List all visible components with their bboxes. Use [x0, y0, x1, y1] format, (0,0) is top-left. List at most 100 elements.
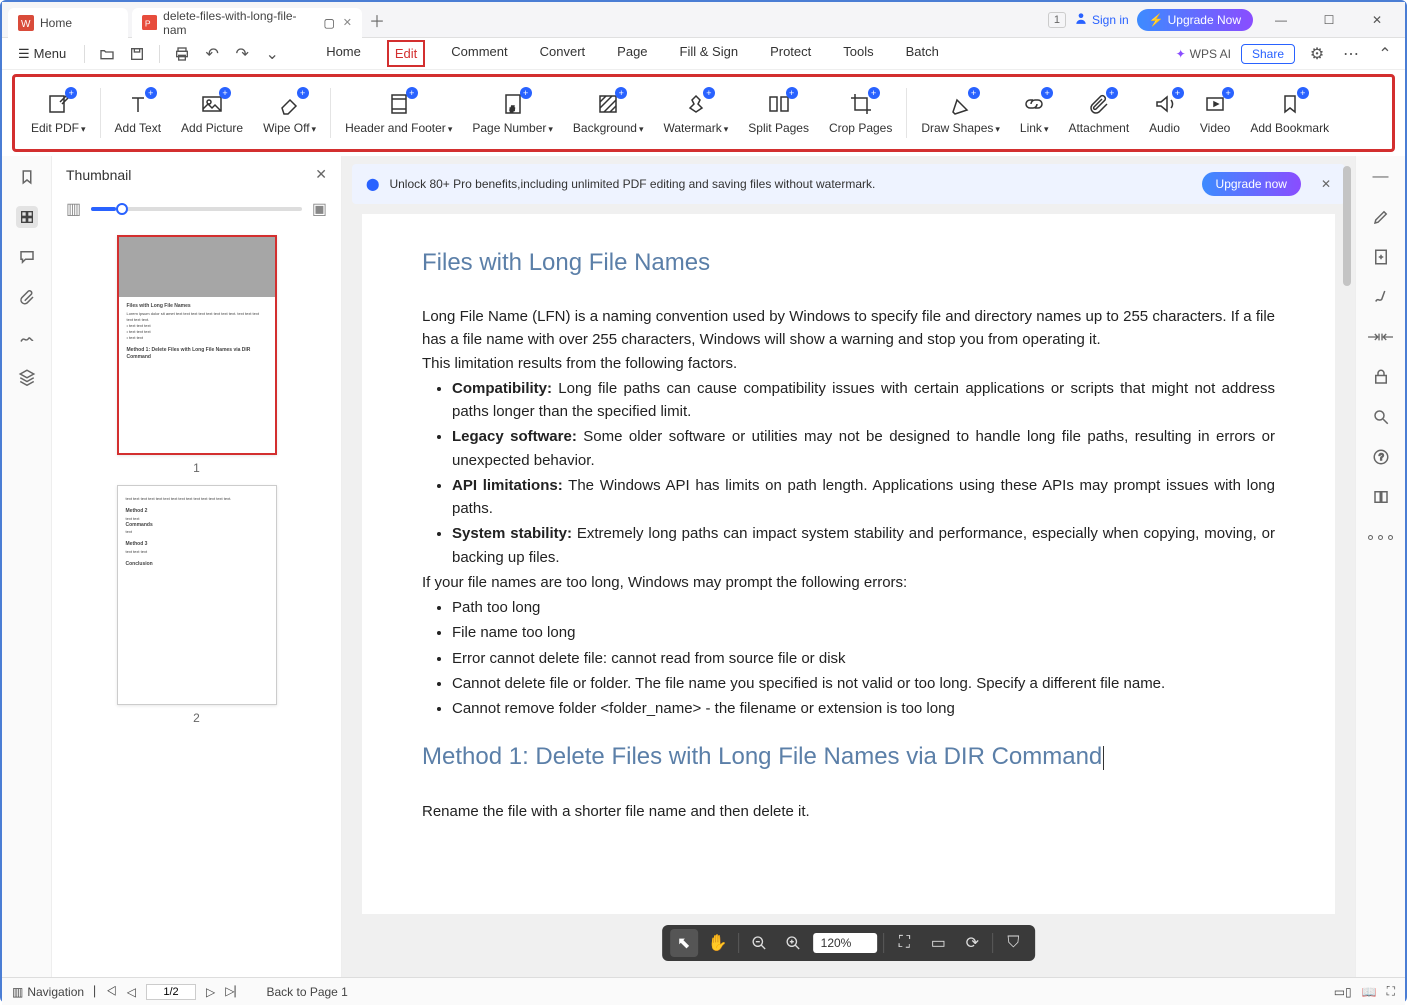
- fit-width-icon[interactable]: ▭: [924, 929, 952, 957]
- tab-edit[interactable]: Edit: [387, 40, 425, 67]
- layers-rail-icon[interactable]: [16, 366, 38, 388]
- add-bookmark-button[interactable]: +Add Bookmark: [1240, 79, 1339, 147]
- attachment-button[interactable]: +Attachment: [1058, 79, 1139, 147]
- wps-ai-button[interactable]: ✦WPS AI: [1176, 47, 1231, 61]
- back-to-page[interactable]: Back to Page 1: [266, 985, 347, 999]
- upgrade-now-button[interactable]: ⚡ Upgrade Now: [1137, 9, 1253, 31]
- signin-button[interactable]: Sign in: [1074, 11, 1129, 28]
- sign-rail-icon[interactable]: [1370, 286, 1392, 308]
- wipe-off-button[interactable]: +Wipe Off▾: [253, 79, 326, 147]
- link-icon: +: [1021, 91, 1047, 117]
- tab-protect[interactable]: Protect: [764, 40, 817, 67]
- fit-page-icon[interactable]: ⛶: [890, 929, 918, 957]
- prev-page-icon[interactable]: ◁: [127, 985, 136, 999]
- menu-button[interactable]: ☰ Menu: [10, 44, 74, 64]
- thumb-small-icon[interactable]: ▥: [66, 199, 81, 219]
- split-pages-button[interactable]: +Split Pages: [738, 79, 819, 147]
- tab-batch[interactable]: Batch: [900, 40, 945, 67]
- tab-home[interactable]: W Home: [8, 8, 128, 38]
- edit-pdf-button[interactable]: +Edit PDF▾: [21, 79, 96, 147]
- convert-rail-icon[interactable]: [1370, 246, 1392, 268]
- zoom-out-icon[interactable]: [745, 929, 773, 957]
- list-item: Compatibility: Long file paths can cause…: [452, 377, 1275, 424]
- crop-pages-button[interactable]: +Crop Pages: [819, 79, 902, 147]
- comment-rail-icon[interactable]: [16, 246, 38, 268]
- edit-rail-icon[interactable]: [1370, 206, 1392, 228]
- add-text-button[interactable]: +Add Text: [105, 79, 171, 147]
- minimize-button[interactable]: ―: [1261, 6, 1301, 34]
- video-button[interactable]: +Video: [1190, 79, 1240, 147]
- thumbnail-rail-icon[interactable]: [16, 206, 38, 228]
- tab-tools[interactable]: Tools: [837, 40, 879, 67]
- reader-rail-icon[interactable]: [1370, 486, 1392, 508]
- hand-tool-icon[interactable]: ✋: [704, 929, 732, 957]
- rotate-icon[interactable]: ⟳: [958, 929, 986, 957]
- svg-text:W: W: [21, 19, 31, 30]
- thumb-large-icon[interactable]: ▣: [312, 199, 327, 219]
- zoom-in-icon[interactable]: [779, 929, 807, 957]
- vertical-scrollbar[interactable]: [1343, 156, 1353, 977]
- audio-icon: +: [1152, 91, 1178, 117]
- attachment-rail-icon[interactable]: [16, 286, 38, 308]
- more-icon[interactable]: ⋯: [1339, 42, 1363, 66]
- fullscreen-icon[interactable]: ⛶: [1387, 984, 1395, 999]
- tab-convert[interactable]: Convert: [534, 40, 592, 67]
- maximize-button[interactable]: ☐: [1309, 6, 1349, 34]
- page-number-input[interactable]: [146, 984, 196, 1000]
- bookmark-rail-icon[interactable]: [16, 166, 38, 188]
- undo-icon[interactable]: ↶: [200, 42, 224, 66]
- page-number-button[interactable]: #+Page Number▾: [462, 79, 563, 147]
- thumbnail-size-slider[interactable]: [91, 207, 302, 211]
- window-count-badge[interactable]: 1: [1048, 12, 1066, 28]
- tab-close-icon[interactable]: ✕: [343, 16, 352, 29]
- promo-upgrade-button[interactable]: Upgrade now: [1202, 172, 1301, 196]
- close-window-button[interactable]: ✕: [1357, 6, 1397, 34]
- add-picture-button[interactable]: +Add Picture: [171, 79, 253, 147]
- monitor-icon: ▢: [322, 15, 337, 31]
- background-button[interactable]: +Background▾: [563, 79, 654, 147]
- redo-icon[interactable]: ↷: [230, 42, 254, 66]
- signature-rail-icon[interactable]: [16, 326, 38, 348]
- pointer-tool-icon[interactable]: ⬉: [670, 929, 698, 957]
- link-button[interactable]: +Link▾: [1010, 79, 1059, 147]
- search-rail-icon[interactable]: [1370, 406, 1392, 428]
- share-button[interactable]: Share: [1241, 44, 1295, 64]
- watermark-button[interactable]: +Watermark▾: [654, 79, 739, 147]
- help-rail-icon[interactable]: ?: [1370, 446, 1392, 468]
- thumbnail-close-icon[interactable]: ✕: [315, 166, 327, 183]
- more-rail-icon[interactable]: ∘∘∘: [1370, 526, 1392, 548]
- pdf-page[interactable]: Files with Long File Names Long File Nam…: [362, 214, 1335, 914]
- navigation-button[interactable]: ▥ Navigation: [12, 985, 84, 999]
- save-icon[interactable]: [125, 42, 149, 66]
- zoom-level-select[interactable]: 120%: [813, 933, 878, 953]
- draw-shapes-button[interactable]: +Draw Shapes▾: [911, 79, 1010, 147]
- minimize-rail-icon[interactable]: —: [1370, 166, 1392, 188]
- book-mode-icon[interactable]: 📖: [1362, 984, 1377, 999]
- tab-comment[interactable]: Comment: [445, 40, 513, 67]
- tab-page[interactable]: Page: [611, 40, 653, 67]
- compress-rail-icon[interactable]: ⇥⇤: [1370, 326, 1392, 348]
- protect-rail-icon[interactable]: [1370, 366, 1392, 388]
- wps-logo-icon: W: [18, 15, 34, 31]
- settings-icon[interactable]: ⚙: [1305, 42, 1329, 66]
- last-page-icon[interactable]: ▷⎸: [225, 984, 246, 999]
- reading-mode-icon[interactable]: ▭▯: [1334, 984, 1352, 999]
- open-icon[interactable]: [95, 42, 119, 66]
- tab-document[interactable]: P delete-files-with-long-file-nam ▢ ✕: [132, 8, 362, 38]
- header-footer-button[interactable]: +Header and Footer▾: [335, 79, 462, 147]
- tab-home-main[interactable]: Home: [320, 40, 367, 67]
- tab-fill-sign[interactable]: Fill & Sign: [674, 40, 745, 67]
- list-item: System stability: Extremely long paths c…: [452, 522, 1275, 569]
- audio-button[interactable]: +Audio: [1139, 79, 1190, 147]
- collapse-ribbon-icon[interactable]: ⌃: [1373, 42, 1397, 66]
- thumbnail-page-2[interactable]: text text text text text text text text …: [117, 485, 277, 725]
- filter-icon[interactable]: ⛉: [999, 929, 1027, 957]
- next-page-icon[interactable]: ▷: [206, 985, 215, 999]
- new-tab-button[interactable]: ＋: [362, 8, 392, 32]
- thumbnail-page-1[interactable]: Files with Long File NamesLorem ipsum do…: [117, 235, 277, 475]
- svg-text:?: ?: [1378, 452, 1383, 462]
- print-icon[interactable]: [170, 42, 194, 66]
- qat-dropdown-icon[interactable]: ⌄: [260, 42, 284, 66]
- promo-close-icon[interactable]: ✕: [1321, 177, 1331, 191]
- first-page-icon[interactable]: ⎸◁: [94, 984, 117, 999]
